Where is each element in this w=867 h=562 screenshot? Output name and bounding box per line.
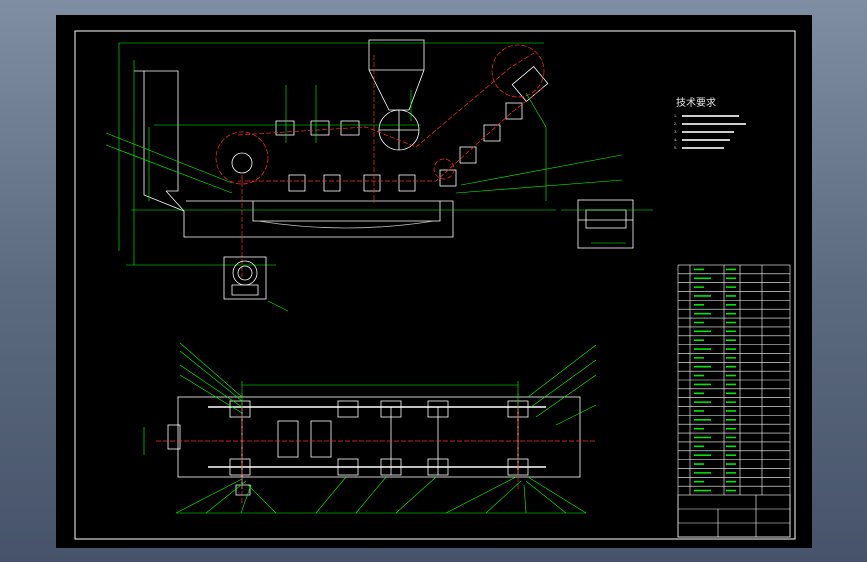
table-rows [678, 273, 790, 487]
motor-leader [267, 300, 289, 312]
detail-section [577, 199, 634, 249]
plan-dimensions [143, 342, 597, 514]
detail-dims [561, 209, 653, 244]
technical-requirements: 技术要求 1. 2. 3. 4. 5. [674, 96, 746, 150]
elevation-view [134, 39, 549, 238]
tech-req-item: 2. [674, 122, 677, 126]
tech-req-item: 5. [674, 146, 677, 150]
cad-drawing: 技术要求 1. 2. 3. 4. 5. [74, 30, 796, 540]
tech-req-item: 3. [674, 130, 677, 134]
tech-req-item: 1. [674, 114, 677, 118]
cad-viewport: 技术要求 1. 2. 3. 4. 5. [0, 0, 867, 562]
chain-path [215, 44, 545, 277]
drawing-sheet: 技术要求 1. 2. 3. 4. 5. [56, 15, 812, 548]
motor-section [223, 256, 267, 300]
tech-req-title: 技术要求 [676, 96, 716, 109]
plan-centerlines [156, 393, 596, 505]
dimension-lines [105, 42, 623, 266]
tech-req-item: 4. [674, 138, 677, 142]
tech-req-lines [682, 115, 746, 149]
parts-list-table [677, 264, 791, 538]
